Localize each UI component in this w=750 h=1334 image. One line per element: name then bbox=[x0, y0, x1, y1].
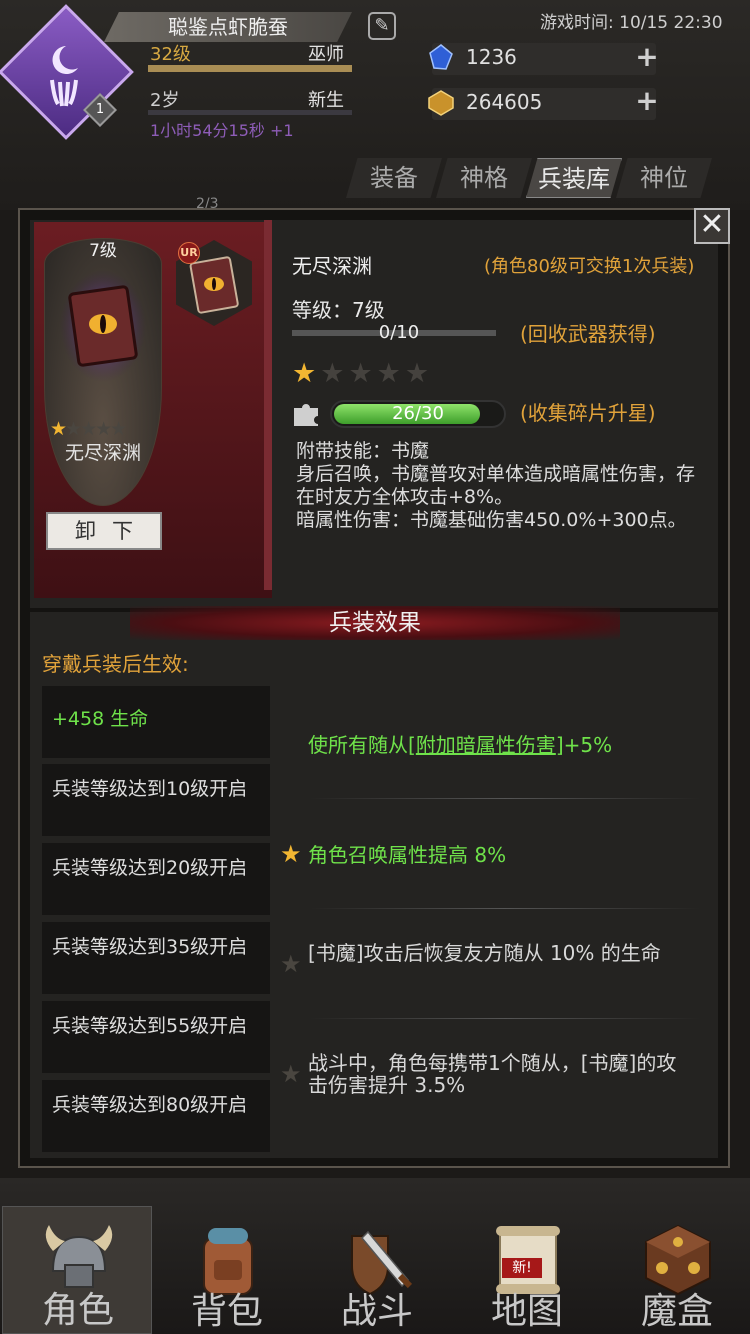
backpack-icon bbox=[203, 1228, 253, 1295]
game-time: 游戏时间: 10/15 22:30 bbox=[540, 13, 723, 33]
close-button[interactable]: ✕ bbox=[694, 208, 730, 244]
skill-effect-line: 身后召唤，书魔普攻对单体造成暗属性伤害，存在时友方全体攻击+8%。 bbox=[296, 463, 696, 508]
fragment-text: 26/30 bbox=[392, 403, 444, 424]
effects-title: 兵装效果 bbox=[130, 606, 620, 640]
new-badge: 新! bbox=[502, 1258, 542, 1278]
item-grade: 等级：7级 bbox=[292, 298, 385, 322]
divider bbox=[310, 1018, 700, 1019]
dark-damage-link[interactable]: 附加暗属性伤害 bbox=[416, 733, 556, 757]
dark-eye-book-icon bbox=[60, 270, 146, 382]
recycle-note: (回收武器获得) bbox=[520, 322, 656, 346]
nav-battle[interactable]: 战斗 bbox=[302, 1206, 452, 1334]
edit-icon[interactable]: ✎ bbox=[368, 12, 396, 40]
tab-godhood[interactable]: 神格 bbox=[436, 158, 532, 198]
damage-line: 暗属性伤害：书魔基础伤害450.0%+300点。 bbox=[296, 509, 687, 531]
condition-lv80: 兵装等级达到80级开启 bbox=[42, 1080, 270, 1152]
condition-hp: +458 生命 bbox=[42, 686, 270, 758]
player-stage: 新生 bbox=[308, 90, 344, 111]
star-empty-icon: ★ bbox=[376, 358, 405, 389]
bonus-2: 角色召唤属性提高 8% bbox=[308, 843, 507, 867]
condition-lv55: 兵装等级达到55级开启 bbox=[42, 1001, 270, 1073]
rarity-badge: UR bbox=[178, 242, 200, 264]
age-bar bbox=[148, 110, 352, 115]
wear-note: 穿戴兵装后生效: bbox=[42, 652, 189, 676]
banner-edge bbox=[264, 220, 272, 590]
gold-amount: 264605 bbox=[466, 90, 543, 114]
item-description: 附带技能：书魔 身后召唤，书魔普攻对单体造成暗属性伤害，存在时友方全体攻击+8%… bbox=[296, 440, 696, 532]
nav-backpack[interactable]: 背包 bbox=[152, 1206, 302, 1334]
item-name: 无尽深渊 bbox=[292, 254, 372, 278]
condition-lv10: 兵装等级达到10级开启 bbox=[42, 764, 270, 836]
magic-box-icon bbox=[645, 1224, 711, 1296]
nav-label: 角色 bbox=[41, 1290, 114, 1331]
card-stars: ★★★★★ bbox=[50, 418, 127, 440]
age-timer: 1小时54分15秒 +1 bbox=[150, 121, 294, 140]
puzzle-piece-icon bbox=[294, 404, 318, 426]
star-active-icon: ★ bbox=[280, 840, 302, 868]
player-age: 2岁 bbox=[150, 90, 180, 111]
gold-gem-icon bbox=[428, 90, 454, 116]
nav-label: 战斗 bbox=[340, 1291, 413, 1332]
tab-armory[interactable]: 兵装库 bbox=[526, 158, 622, 198]
add-crystal-button[interactable]: + bbox=[634, 43, 660, 71]
tab-equipment[interactable]: 装备 bbox=[346, 158, 442, 198]
nav-magic-box[interactable]: 魔盒 bbox=[602, 1206, 750, 1334]
divider bbox=[310, 908, 700, 909]
star-locked-icon: ★ bbox=[280, 1060, 302, 1088]
condition-lv35: 兵装等级达到35级开启 bbox=[42, 922, 270, 994]
swap-note: (角色80级可交换1次兵装) bbox=[484, 256, 695, 277]
nav-label: 背包 bbox=[190, 1291, 263, 1332]
nav-label: 地图 bbox=[490, 1291, 563, 1332]
card-name: 无尽深渊 bbox=[64, 442, 141, 464]
star-locked-icon: ★ bbox=[280, 950, 302, 978]
player-level: 32级 bbox=[150, 44, 191, 65]
bonus-4: 战斗中，角色每携带1个随从，[书魔]的攻击伤害提升 3.5% bbox=[308, 1051, 677, 1097]
nav-map[interactable]: 新! 地图 bbox=[452, 1206, 602, 1334]
blue-crystal-icon bbox=[429, 44, 453, 70]
sword-shield-icon bbox=[351, 1230, 413, 1296]
condition-lv20: 兵装等级达到20级开启 bbox=[42, 843, 270, 915]
nav-label: 魔盒 bbox=[640, 1291, 713, 1332]
collect-note: (收集碎片升星) bbox=[520, 401, 656, 425]
exp-text: 0/10 bbox=[378, 322, 420, 343]
item-stars: ★★★★★ bbox=[292, 358, 433, 389]
card-level: 7级 bbox=[89, 241, 117, 261]
tab-divine-seat[interactable]: 神位 bbox=[616, 158, 712, 198]
star-empty-icon: ★ bbox=[348, 358, 377, 389]
section-tabs: 装备 神格 兵装库 神位 bbox=[330, 158, 720, 198]
star-empty-icon: ★ bbox=[404, 358, 434, 389]
player-name: 聪鉴点虾脆蚕 bbox=[104, 12, 352, 42]
add-gold-button[interactable]: + bbox=[634, 87, 660, 115]
crystal-amount: 1236 bbox=[466, 45, 517, 69]
player-class: 巫师 bbox=[308, 44, 344, 65]
divider bbox=[310, 798, 700, 799]
bonus-1: 使所有随从[附加暗属性伤害]+5% bbox=[308, 733, 613, 757]
unequip-button[interactable]: 卸下 bbox=[46, 512, 162, 550]
star-filled-icon: ★ bbox=[292, 358, 321, 389]
bonus-3: [书魔]攻击后恢复友方随从 10% 的生命 bbox=[308, 941, 661, 965]
xp-bar bbox=[148, 65, 352, 72]
star-empty-icon: ★ bbox=[320, 358, 349, 389]
skill-line: 附带技能：书魔 bbox=[296, 440, 430, 462]
nav-role[interactable]: 角色 bbox=[2, 1206, 152, 1334]
